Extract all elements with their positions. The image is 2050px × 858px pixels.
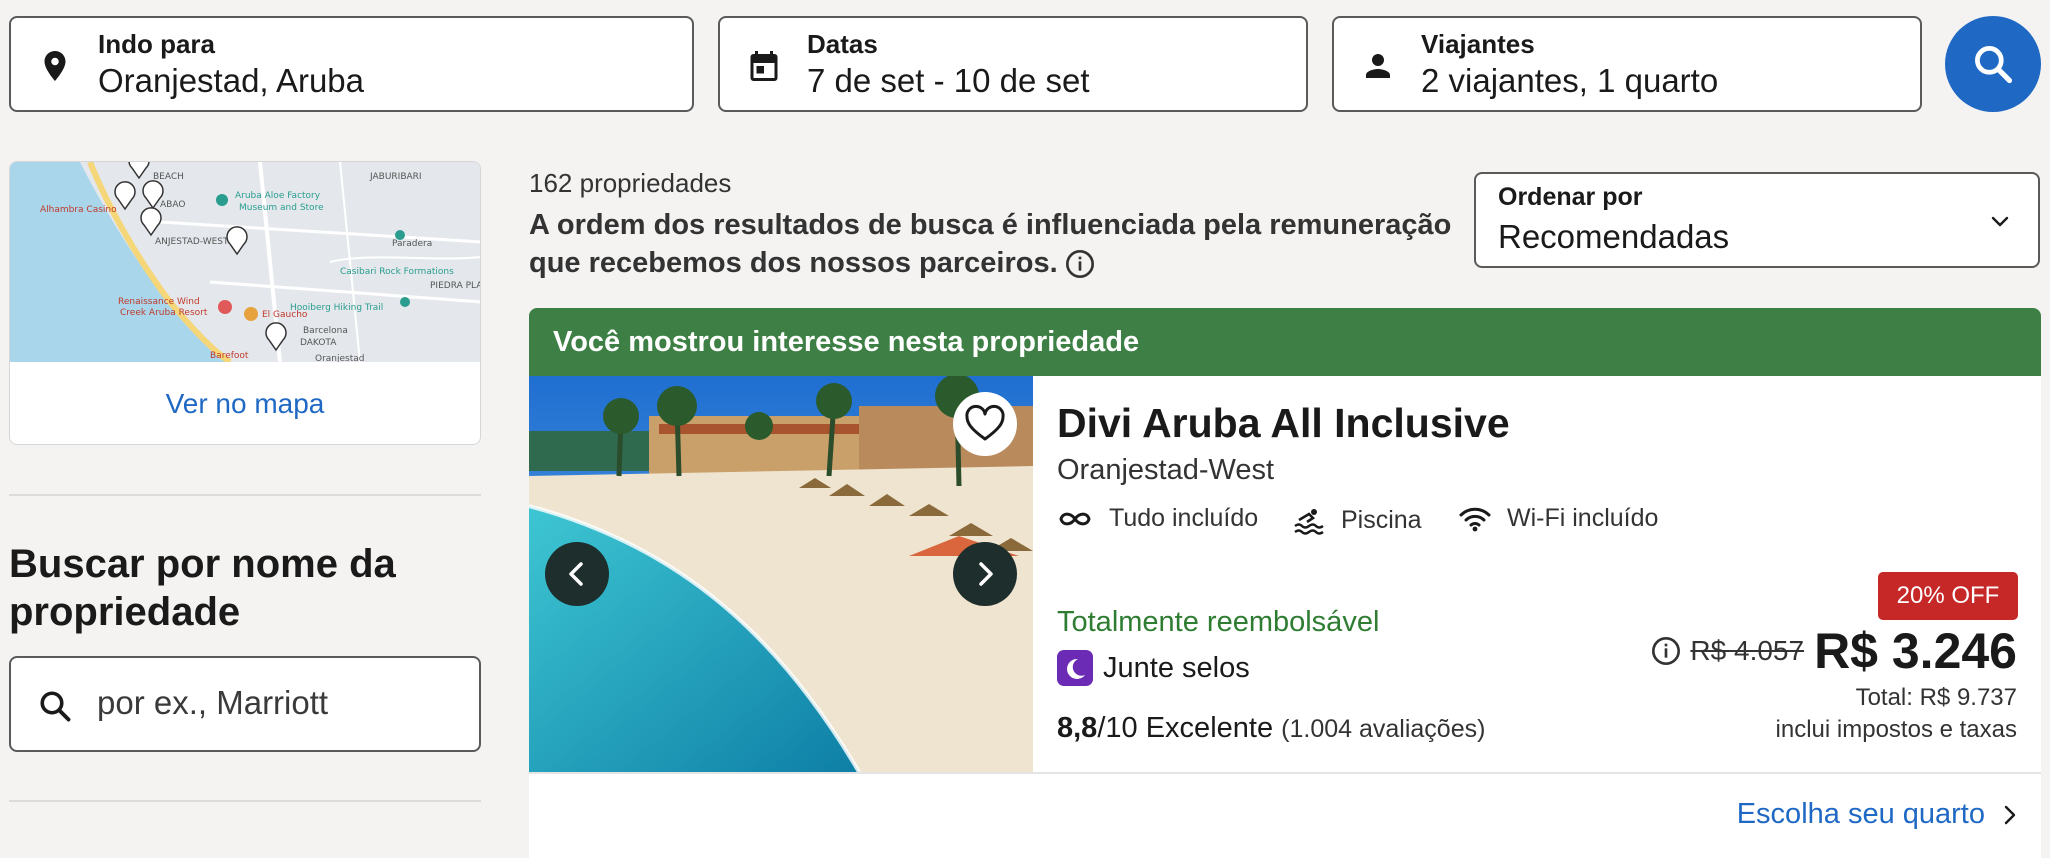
- map-label: Creek Aruba Resort: [120, 308, 208, 318]
- map-label: Hooiberg Hiking Trail: [290, 303, 383, 313]
- sidebar-divider: [9, 494, 481, 496]
- map-label: JABURIBARI: [369, 172, 422, 182]
- amenity-label: Piscina: [1341, 505, 1422, 534]
- chevron-right-icon: [979, 562, 993, 586]
- search-button[interactable]: [1945, 16, 2041, 112]
- map-label: Oranjestad: [315, 354, 365, 362]
- sort-dropdown[interactable]: Ordenar por Recomendadas: [1474, 172, 2040, 268]
- map-label: Renaissance Wind: [118, 297, 200, 307]
- view-on-map-link[interactable]: Ver no mapa: [10, 362, 480, 444]
- map-label: PIEDRA PLAT: [430, 281, 481, 291]
- rating-score: 8,8: [1057, 712, 1098, 744]
- rating-scale: /10: [1097, 712, 1138, 744]
- chevron-left-icon: [569, 562, 583, 586]
- previous-photo-button[interactable]: [545, 542, 609, 606]
- property-name-search-field[interactable]: [9, 656, 481, 752]
- favorite-button[interactable]: [953, 392, 1017, 456]
- amenity-label: Wi-Fi incluído: [1507, 504, 1659, 532]
- discount-badge: 20% OFF: [1878, 572, 2018, 620]
- interest-banner: Você mostrou interesse nesta propriedade: [529, 308, 2041, 376]
- sort-value: Recomendadas: [1498, 218, 1730, 255]
- guest-rating: 8,8/10 Excelente (1.004 avaliações): [1057, 712, 1485, 745]
- property-name-search-title: Buscar por nome da propriedade: [9, 542, 396, 634]
- chevron-down-icon: [1991, 216, 2009, 227]
- search-icon: [1975, 46, 2013, 84]
- destination-label: Indo para: [98, 29, 216, 59]
- property-photo[interactable]: [529, 376, 1033, 772]
- property-name-search-input[interactable]: [97, 684, 457, 722]
- dates-label: Datas: [807, 29, 878, 59]
- dates-field[interactable]: Datas 7 de set - 10 de set: [718, 16, 1308, 112]
- property-card[interactable]: Você mostrou interesse nesta propriedade: [529, 308, 2041, 858]
- map-label: ABAO: [160, 200, 185, 210]
- heart-icon: [965, 404, 1005, 441]
- travelers-field[interactable]: Viajantes 2 viajantes, 1 quarto: [1332, 16, 1922, 112]
- amenity-wifi: Wi-Fi incluído: [1459, 504, 1658, 533]
- person-icon: [1366, 54, 1390, 78]
- dates-value: 7 de set - 10 de set: [807, 62, 1090, 99]
- next-photo-button[interactable]: [953, 542, 1017, 606]
- ranking-disclaimer: A ordem dos resultados de busca é influe…: [529, 206, 1459, 282]
- stamps-reward: Junte selos: [1057, 650, 1250, 686]
- map-label: Barcelona: [303, 326, 348, 336]
- rating-label: Excelente: [1145, 712, 1274, 744]
- map-label: DAKOTA: [300, 338, 337, 348]
- property-location: Oranjestad-West: [1057, 454, 1275, 486]
- stamps-label: Junte selos: [1103, 651, 1250, 684]
- map-label: BEACH: [153, 172, 184, 182]
- map-thumbnail[interactable]: BEACH JABURIBARI Alhambra Casino ABAO Ar…: [10, 162, 481, 362]
- travelers-value: 2 viajantes, 1 quarto: [1421, 62, 1719, 99]
- info-icon[interactable]: [1064, 248, 1096, 280]
- map-label: ANJESTAD-WEST: [155, 237, 229, 247]
- amenity-all-inclusive: Tudo incluído: [1057, 504, 1258, 533]
- review-count: (1.004 avaliações): [1281, 715, 1486, 743]
- ranking-disclaimer-text: A ordem dos resultados de busca é influe…: [529, 209, 1452, 279]
- property-name[interactable]: Divi Aruba All Inclusive: [1057, 400, 1510, 447]
- travelers-label: Viajantes: [1421, 29, 1535, 59]
- calendar-icon: [750, 51, 778, 81]
- map-label: Alhambra Casino: [40, 205, 117, 215]
- current-price: R$ 3.246: [1814, 623, 2017, 679]
- destination-value: Oranjestad, Aruba: [98, 62, 364, 99]
- map-label: Paradera: [392, 239, 432, 249]
- search-icon: [40, 691, 71, 722]
- sidebar-divider: [9, 800, 481, 802]
- destination-field[interactable]: Indo para Oranjestad, Aruba: [9, 16, 694, 112]
- map-label: Aruba Aloe Factory: [235, 191, 321, 201]
- map-card[interactable]: BEACH JABURIBARI Alhambra Casino ABAO Ar…: [9, 161, 481, 445]
- amenity-pool: Piscina: [1293, 504, 1422, 536]
- map-label: Barefoot: [210, 351, 249, 361]
- map-label: Museum and Store: [239, 203, 324, 213]
- moon-icon: [1057, 650, 1093, 686]
- original-price: R$ 4.057: [1690, 635, 1805, 666]
- info-icon[interactable]: [1650, 635, 1682, 667]
- results-count: 162 propriedades: [529, 168, 732, 198]
- card-divider: [529, 772, 2041, 774]
- taxes-note: inclui impostos e taxas: [1775, 716, 2017, 743]
- pool-icon: [1294, 509, 1324, 535]
- location-pin-icon: [44, 51, 66, 81]
- total-price: Total: R$ 9.737: [1855, 684, 2017, 711]
- wifi-icon: [1459, 507, 1491, 531]
- infinity-icon: [1059, 512, 1091, 525]
- choose-room-link[interactable]: Escolha seu quarto: [1737, 798, 2017, 831]
- chevron-right-icon: [2004, 805, 2016, 824]
- price-row: R$ 4.057 R$ 3.246: [1650, 622, 2017, 680]
- refund-policy: Totalmente reembolsável: [1057, 606, 1380, 638]
- sort-label: Ordenar por: [1498, 183, 1643, 211]
- map-label: Casibari Rock Formations: [340, 267, 454, 277]
- amenity-label: Tudo incluído: [1109, 504, 1259, 532]
- choose-room-label: Escolha seu quarto: [1736, 798, 1985, 830]
